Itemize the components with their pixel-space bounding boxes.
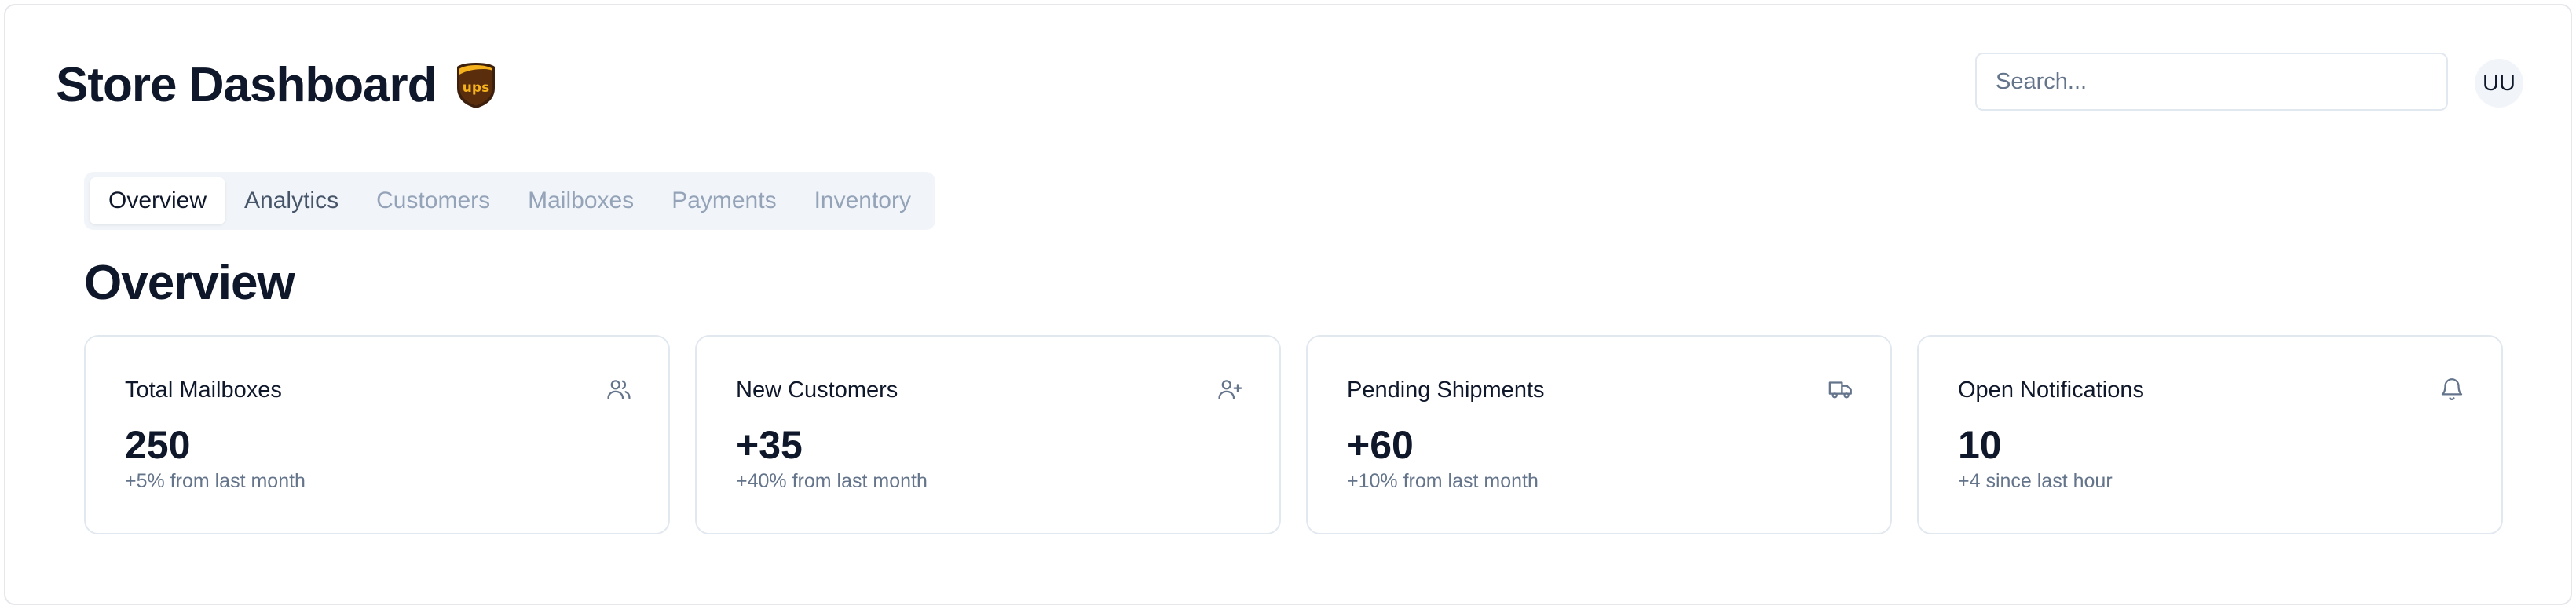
tab-payments[interactable]: Payments bbox=[653, 177, 795, 224]
brand: Store Dashboard ups bbox=[56, 56, 496, 115]
bell-icon bbox=[2439, 376, 2465, 403]
avatar[interactable]: UU bbox=[2475, 59, 2523, 108]
card-subtext: +40% from last month bbox=[736, 470, 928, 492]
card-title: Total Mailboxes bbox=[125, 377, 282, 403]
dashboard-frame: Store Dashboard ups UU Overview Analytic… bbox=[4, 4, 2572, 605]
tab-analytics[interactable]: Analytics bbox=[225, 177, 357, 224]
card-title: Open Notifications bbox=[1958, 377, 2144, 403]
search-input[interactable] bbox=[1975, 53, 2448, 111]
card-subtext: +5% from last month bbox=[125, 470, 306, 492]
users-icon bbox=[606, 376, 632, 403]
card-subtext: +4 since last hour bbox=[1958, 470, 2113, 492]
header: Store Dashboard ups UU bbox=[5, 5, 2571, 162]
stats-cards: Total Mailboxes 250 +5% from last month … bbox=[84, 335, 2503, 534]
tab-inventory[interactable]: Inventory bbox=[796, 177, 930, 224]
ups-logo-icon: ups bbox=[456, 63, 495, 108]
tab-overview[interactable]: Overview bbox=[90, 177, 226, 224]
section-title: Overview bbox=[84, 256, 295, 310]
stat-card-new-customers: New Customers +35 +40% from last month bbox=[695, 335, 1281, 534]
card-value: 250 bbox=[125, 423, 191, 467]
card-value: +35 bbox=[736, 423, 803, 467]
card-subtext: +10% from last month bbox=[1347, 470, 1539, 492]
tab-list: Overview Analytics Customers Mailboxes P… bbox=[84, 172, 935, 230]
stat-card-open-notifications: Open Notifications 10 +4 since last hour bbox=[1917, 335, 2503, 534]
tab-customers[interactable]: Customers bbox=[357, 177, 509, 224]
card-value: +60 bbox=[1347, 423, 1414, 467]
stat-card-pending-shipments: Pending Shipments +60 +10% from last mon… bbox=[1306, 335, 1892, 534]
svg-text:ups: ups bbox=[462, 80, 488, 96]
card-title: New Customers bbox=[736, 377, 898, 403]
stat-card-total-mailboxes: Total Mailboxes 250 +5% from last month bbox=[84, 335, 670, 534]
truck-icon bbox=[1828, 376, 1854, 403]
tab-mailboxes[interactable]: Mailboxes bbox=[509, 177, 653, 224]
card-title: Pending Shipments bbox=[1347, 377, 1545, 403]
page-title: Store Dashboard bbox=[56, 58, 437, 112]
card-value: 10 bbox=[1958, 423, 2002, 467]
user-plus-icon bbox=[1217, 376, 1243, 403]
